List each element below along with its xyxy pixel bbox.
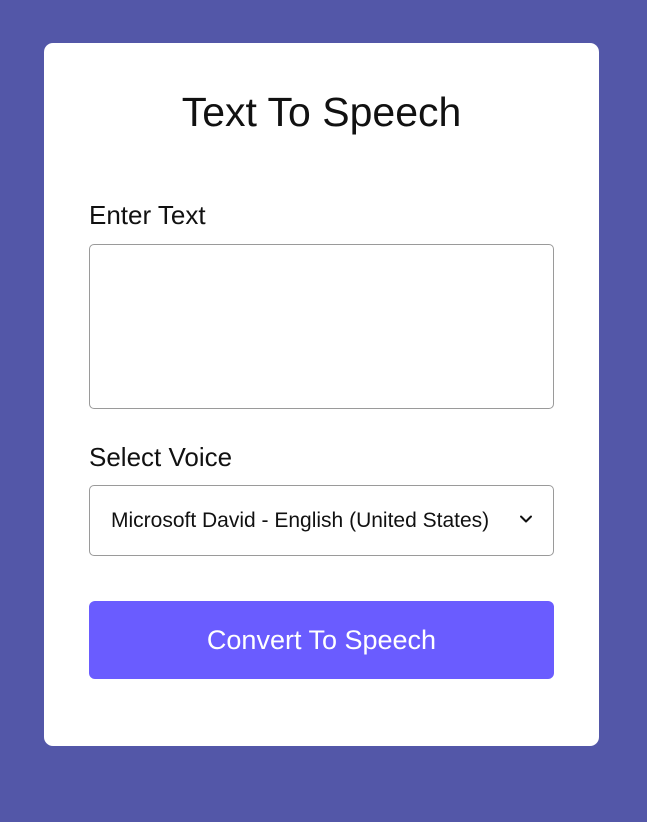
text-input[interactable] [89,244,554,409]
chevron-down-icon [520,515,532,523]
voice-select[interactable]: Microsoft David - English (United States… [89,485,554,556]
voice-select-value: Microsoft David - English (United States… [111,509,490,532]
convert-to-speech-button[interactable]: Convert To Speech [89,601,554,679]
page-title: Text To Speech [181,89,462,135]
select-voice-label: Select Voice [89,442,233,472]
tts-card: Text To Speech Enter Text Select Voice M… [44,43,599,746]
enter-text-label: Enter Text [89,200,206,230]
